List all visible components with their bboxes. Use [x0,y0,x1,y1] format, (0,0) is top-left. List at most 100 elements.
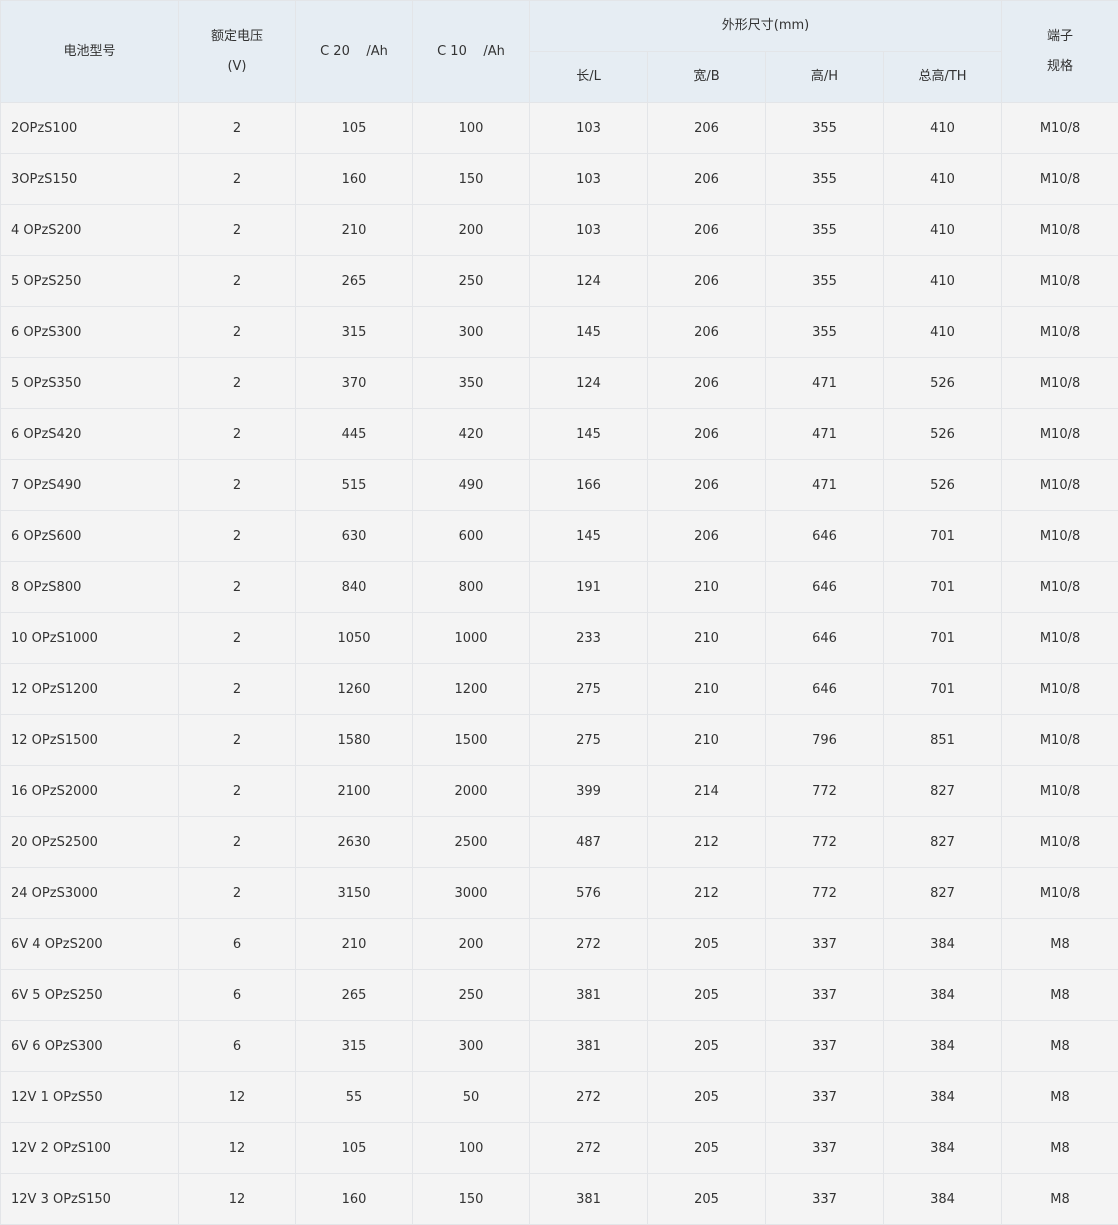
cell-length: 576 [530,868,648,919]
cell-total-height: 701 [884,664,1002,715]
header-height: 高/H [766,52,884,103]
cell-total-height: 384 [884,1072,1002,1123]
cell-model: 6V 6 OPzS300 [1,1021,179,1072]
cell-c20: 630 [296,511,413,562]
header-width: 宽/B [648,52,766,103]
table-row: 20 OPzS2500226302500487212772827M10/8 [1,817,1118,868]
cell-model: 10 OPzS1000 [1,613,179,664]
cell-width: 206 [648,256,766,307]
cell-c20: 1260 [296,664,413,715]
cell-terminal: M10/8 [1002,511,1118,562]
cell-model: 20 OPzS2500 [1,817,179,868]
cell-voltage: 2 [179,511,296,562]
cell-width: 206 [648,103,766,154]
table-row: 8 OPzS8002840800191210646701M10/8 [1,562,1118,613]
cell-height: 471 [766,460,884,511]
cell-width: 206 [648,307,766,358]
table-row: 6 OPzS6002630600145206646701M10/8 [1,511,1118,562]
cell-total-height: 384 [884,1123,1002,1174]
cell-total-height: 410 [884,256,1002,307]
cell-c20: 370 [296,358,413,409]
cell-voltage: 2 [179,205,296,256]
cell-total-height: 701 [884,562,1002,613]
cell-c10: 420 [413,409,530,460]
cell-terminal: M10/8 [1002,562,1118,613]
cell-terminal: M8 [1002,1072,1118,1123]
cell-voltage: 2 [179,817,296,868]
table-row: 12V 3 OPzS15012160150381205337384M8 [1,1174,1118,1225]
header-voltage-label: 额定电压 [179,22,295,52]
cell-terminal: M10/8 [1002,817,1118,868]
cell-total-height: 410 [884,154,1002,205]
cell-terminal: M10/8 [1002,715,1118,766]
table-row: 6V 4 OPzS2006210200272205337384M8 [1,919,1118,970]
cell-c10: 250 [413,256,530,307]
cell-total-height: 701 [884,613,1002,664]
cell-c20: 265 [296,970,413,1021]
cell-voltage: 2 [179,715,296,766]
cell-c10: 250 [413,970,530,1021]
table-row: 7 OPzS4902515490166206471526M10/8 [1,460,1118,511]
cell-length: 191 [530,562,648,613]
cell-voltage: 2 [179,409,296,460]
cell-total-height: 526 [884,409,1002,460]
cell-terminal: M8 [1002,1123,1118,1174]
cell-total-height: 384 [884,1021,1002,1072]
cell-model: 16 OPzS2000 [1,766,179,817]
cell-model: 6 OPzS600 [1,511,179,562]
cell-length: 103 [530,103,648,154]
table-row: 16 OPzS2000221002000399214772827M10/8 [1,766,1118,817]
table-row: 24 OPzS3000231503000576212772827M10/8 [1,868,1118,919]
table-row: 12V 1 OPzS50125550272205337384M8 [1,1072,1118,1123]
cell-c20: 210 [296,919,413,970]
cell-terminal: M10/8 [1002,613,1118,664]
header-length: 长/L [530,52,648,103]
cell-height: 772 [766,868,884,919]
cell-c10: 200 [413,919,530,970]
cell-terminal: M10/8 [1002,766,1118,817]
cell-voltage: 2 [179,358,296,409]
cell-model: 5 OPzS250 [1,256,179,307]
cell-c20: 160 [296,154,413,205]
header-voltage-unit: (V) [179,52,295,82]
table-row: 12 OPzS1200212601200275210646701M10/8 [1,664,1118,715]
cell-total-height: 851 [884,715,1002,766]
cell-c10: 300 [413,1021,530,1072]
cell-length: 145 [530,409,648,460]
cell-width: 206 [648,460,766,511]
cell-c10: 150 [413,154,530,205]
cell-c20: 55 [296,1072,413,1123]
cell-height: 646 [766,562,884,613]
cell-height: 355 [766,154,884,205]
cell-c10: 490 [413,460,530,511]
cell-width: 206 [648,154,766,205]
cell-c10: 2500 [413,817,530,868]
cell-height: 355 [766,205,884,256]
cell-height: 337 [766,1123,884,1174]
cell-c10: 3000 [413,868,530,919]
cell-voltage: 2 [179,664,296,715]
cell-height: 646 [766,613,884,664]
cell-model: 8 OPzS800 [1,562,179,613]
cell-height: 355 [766,256,884,307]
cell-length: 145 [530,307,648,358]
cell-c10: 150 [413,1174,530,1225]
cell-length: 103 [530,154,648,205]
cell-voltage: 2 [179,256,296,307]
cell-terminal: M10/8 [1002,205,1118,256]
cell-width: 205 [648,1123,766,1174]
cell-height: 772 [766,766,884,817]
table-row: 6V 6 OPzS3006315300381205337384M8 [1,1021,1118,1072]
cell-model: 24 OPzS3000 [1,868,179,919]
cell-total-height: 827 [884,817,1002,868]
cell-width: 205 [648,1072,766,1123]
cell-length: 272 [530,919,648,970]
cell-c10: 2000 [413,766,530,817]
cell-total-height: 410 [884,205,1002,256]
cell-length: 272 [530,1123,648,1174]
cell-c10: 1000 [413,613,530,664]
cell-length: 145 [530,511,648,562]
cell-c20: 160 [296,1174,413,1225]
header-voltage: 额定电压 (V) [179,1,296,103]
table-row: 5 OPzS2502265250124206355410M10/8 [1,256,1118,307]
